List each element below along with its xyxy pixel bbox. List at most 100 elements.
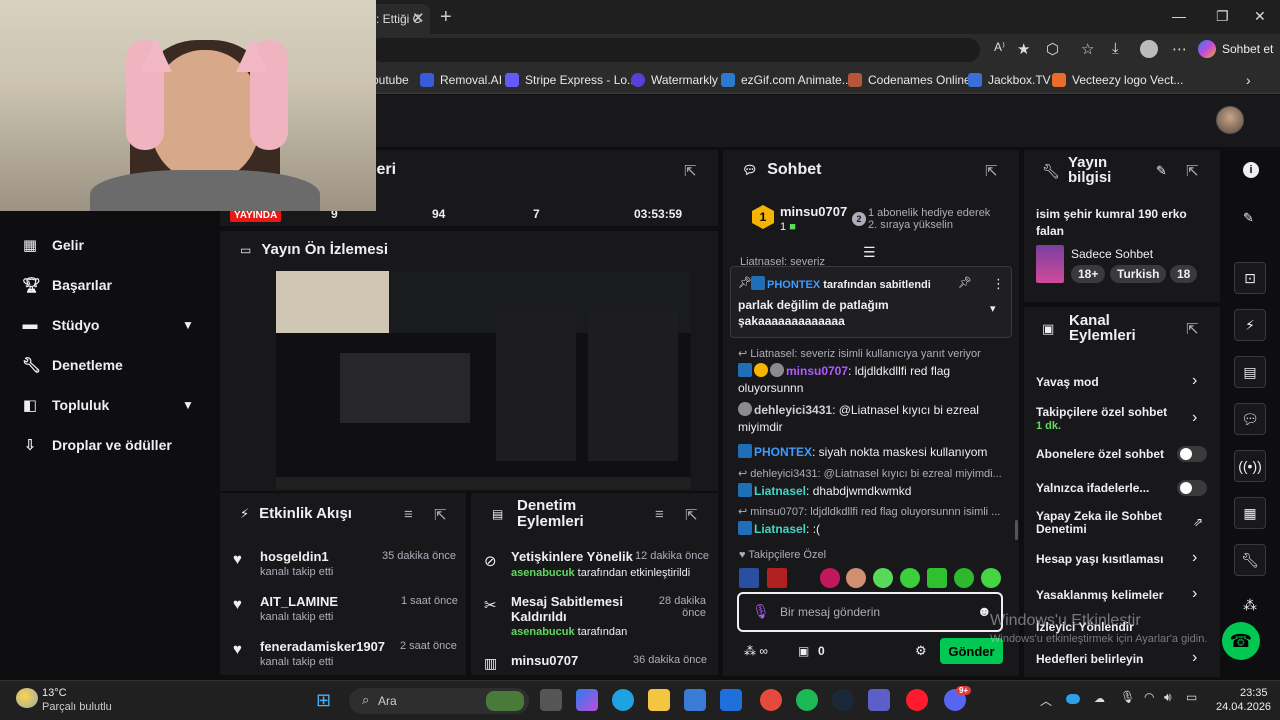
sidebar-item-drops[interactable]: ⇩ Droplar ve ödüller xyxy=(22,436,172,454)
chevron-right-icon[interactable]: › xyxy=(1192,409,1197,427)
emote[interactable] xyxy=(873,568,893,588)
stream-preview[interactable] xyxy=(276,271,691,489)
extensions-dots-icon[interactable]: ⁂ xyxy=(1243,597,1257,614)
bookmark-youtube[interactable]: outube xyxy=(372,73,409,87)
bookmark-stripe[interactable]: Stripe Express - Lo... xyxy=(505,72,637,87)
chevron-right-icon[interactable]: › xyxy=(1192,585,1197,603)
tag-pill[interactable]: 18 xyxy=(1170,265,1198,283)
chat-username[interactable]: Liatnasel xyxy=(754,484,806,498)
bookmark-vecteezy[interactable]: Vecteezy logo Vect... xyxy=(1052,72,1183,87)
tag-pill[interactable]: 18+ xyxy=(1071,265,1106,283)
chat-settings-icon[interactable]: ⚙ xyxy=(915,643,927,659)
profile-icon[interactable] xyxy=(1140,40,1158,58)
popout-icon[interactable]: ⇱ xyxy=(985,162,998,180)
chat-username[interactable]: dehleyici3431 xyxy=(754,403,832,417)
broadcast-button-icon[interactable]: ((•)) xyxy=(1234,450,1266,482)
chat-username[interactable]: minsu0707 xyxy=(786,364,848,378)
sidebar-item-studio[interactable]: ▬ Stüdyo xyxy=(22,316,100,333)
action-banned-words[interactable]: Yasaklanmış kelimeler xyxy=(1036,588,1163,602)
popout-icon[interactable]: ⇱ xyxy=(1186,162,1199,180)
clock-date[interactable]: 24.04.2026 xyxy=(1216,701,1271,713)
sidebar-item-achievements[interactable]: 🏆︎ Başarılar xyxy=(22,276,112,294)
extensions-icon[interactable]: ⬡ xyxy=(1046,40,1059,58)
more-menu-icon[interactable]: ⋯ xyxy=(1172,40,1187,58)
clip-button-icon[interactable]: ⊡ xyxy=(1234,262,1266,294)
action-ai-moderation[interactable]: Yapay Zeka ile Sohbet Denetimi xyxy=(1036,510,1171,536)
battery-icon[interactable]: ▭ xyxy=(1186,690,1197,704)
windows-start-icon[interactable]: ⊞ xyxy=(316,690,331,711)
chrome-icon[interactable] xyxy=(760,689,782,711)
mod-actor[interactable]: asenabucuk xyxy=(511,567,575,579)
downloads-icon[interactable]: ⤓ xyxy=(1112,40,1119,57)
subscribers-only-toggle[interactable] xyxy=(1177,446,1207,462)
user-avatar[interactable] xyxy=(1216,106,1244,134)
notes-button-icon[interactable]: ▤ xyxy=(1234,356,1266,388)
mod-actor[interactable]: asenabucuk xyxy=(511,626,575,638)
ad-button-icon[interactable]: ⚡ xyxy=(1234,309,1266,341)
emote[interactable] xyxy=(981,568,1001,588)
info-icon[interactable]: i xyxy=(1243,162,1259,178)
emote[interactable] xyxy=(900,568,920,588)
event-user[interactable]: hosgeldin1 xyxy=(260,549,329,564)
top-gifter-name[interactable]: minsu0707 xyxy=(780,204,847,219)
pinned-user[interactable]: PHONTEX xyxy=(767,279,820,291)
community-chat-icon[interactable]: ⁂ ∞ xyxy=(744,644,768,658)
emote[interactable] xyxy=(739,568,759,588)
sidebar-item-community[interactable]: ◧ Topluluk xyxy=(22,396,109,414)
action-slow-mode[interactable]: Yavaş mod xyxy=(1036,375,1099,389)
favorites-icon[interactable]: ☆ xyxy=(1081,40,1094,58)
favorite-star-icon[interactable]: ★ xyxy=(1017,40,1030,58)
bookmark-removal[interactable]: Removal.AI xyxy=(420,72,502,87)
tray-cloud-icon[interactable]: ☁ xyxy=(1094,692,1105,705)
opera-icon[interactable] xyxy=(906,689,928,711)
collapse-leaderboard-icon[interactable]: ☰ xyxy=(863,244,876,261)
clock-time[interactable]: 23:35 xyxy=(1240,687,1268,699)
tab-close-icon[interactable]: ✕ xyxy=(412,9,425,27)
maximize-icon[interactable]: ❐ xyxy=(1216,8,1229,25)
chat-username[interactable]: Liatnasel xyxy=(754,522,806,536)
close-window-icon[interactable]: ✕ xyxy=(1254,8,1266,25)
emote[interactable] xyxy=(767,568,787,588)
expand-pinned-icon[interactable]: ▾ xyxy=(990,302,996,315)
action-followers-only[interactable]: Takipçilere özel sohbet xyxy=(1036,405,1176,419)
sidebar-item-moderation[interactable]: 🔧︎ Denetleme xyxy=(22,356,123,374)
popout-icon[interactable]: ⇱ xyxy=(1186,320,1199,338)
edit-pencil-icon[interactable]: ✎ xyxy=(1156,163,1167,179)
weather-icon[interactable] xyxy=(16,688,38,708)
unpin-icon[interactable]: 📌︎ xyxy=(958,276,972,289)
store-icon[interactable] xyxy=(684,689,706,711)
layout-button-icon[interactable]: ▦ xyxy=(1234,497,1266,529)
bookmark-ezgif[interactable]: ezGif.com Animate... xyxy=(721,72,852,87)
emote[interactable] xyxy=(927,568,947,588)
event-user[interactable]: feneradamisker1907 xyxy=(260,639,385,654)
popout-icon[interactable]: ⇱ xyxy=(434,506,447,524)
emote[interactable] xyxy=(820,568,840,588)
onedrive-icon[interactable] xyxy=(1066,694,1080,704)
tray-chevron-icon[interactable]: ︿ xyxy=(1040,692,1052,709)
emote[interactable] xyxy=(846,568,866,588)
category-boxart[interactable] xyxy=(1036,245,1064,283)
chevron-down-icon[interactable]: ▼ xyxy=(182,398,194,412)
address-bar[interactable] xyxy=(370,38,980,62)
popout-icon[interactable]: ⇱ xyxy=(685,506,698,524)
chat-scrollbar[interactable] xyxy=(1015,520,1018,540)
steam-icon[interactable] xyxy=(832,689,854,711)
chat-input-placeholder[interactable]: Bir mesaj gönderin xyxy=(780,605,880,619)
bookmark-watermarkly[interactable]: Watermarkly xyxy=(631,72,718,87)
category-name[interactable]: Sadece Sohbet xyxy=(1071,247,1153,261)
sidebar-item-income[interactable]: ▦ Gelir xyxy=(22,236,84,254)
new-tab-icon[interactable]: + xyxy=(440,6,452,29)
emote-only-toggle[interactable] xyxy=(1177,480,1207,496)
channel-points-icon[interactable]: ▣ xyxy=(798,644,809,658)
file-explorer-icon[interactable] xyxy=(648,689,670,711)
external-link-icon[interactable]: ⇗ xyxy=(1193,515,1203,529)
action-set-goals[interactable]: Hedefleri belirleyin xyxy=(1036,652,1143,666)
tray-mic-icon[interactable]: 🎙︎ xyxy=(1120,690,1135,704)
task-view-icon[interactable] xyxy=(540,689,562,711)
chevron-right-icon[interactable]: › xyxy=(1192,549,1197,567)
emote[interactable] xyxy=(954,568,974,588)
bookmark-codenames[interactable]: Codenames Online xyxy=(848,72,971,87)
tag-pill[interactable]: Turkish xyxy=(1110,265,1167,283)
support-headset-icon[interactable]: ☎ xyxy=(1222,622,1260,660)
chevron-down-icon[interactable]: ▼ xyxy=(182,318,194,332)
